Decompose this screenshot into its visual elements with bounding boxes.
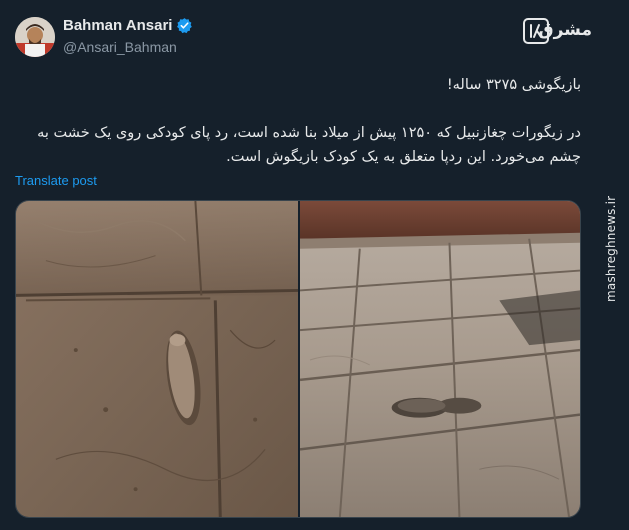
post-text-paragraph: در زیگورات چغازنبیل که ۱۲۵۰ پیش از میلاد… bbox=[37, 125, 581, 165]
verified-badge-icon bbox=[176, 17, 193, 34]
brand-watermark: mashreghnews.ir bbox=[604, 195, 618, 302]
media-photo-2[interactable] bbox=[300, 201, 580, 517]
brand-logo-text: مشرق bbox=[538, 20, 592, 40]
tweet: Bahman Ansari @Ansari_Bahman مشرق بازیگو… bbox=[0, 0, 594, 530]
author-handle[interactable]: @Ansari_Bahman bbox=[63, 39, 177, 55]
author-name-row: Bahman Ansari bbox=[63, 17, 193, 34]
post-text-line1: بازیگوشی ۳۲۷۵ ساله! bbox=[446, 77, 581, 93]
author-display-name[interactable]: Bahman Ansari bbox=[63, 17, 172, 34]
media-gallery bbox=[15, 200, 581, 518]
avatar[interactable] bbox=[15, 17, 55, 57]
media-photo-1[interactable] bbox=[16, 201, 298, 517]
translate-post-link[interactable]: Translate post bbox=[15, 173, 97, 188]
